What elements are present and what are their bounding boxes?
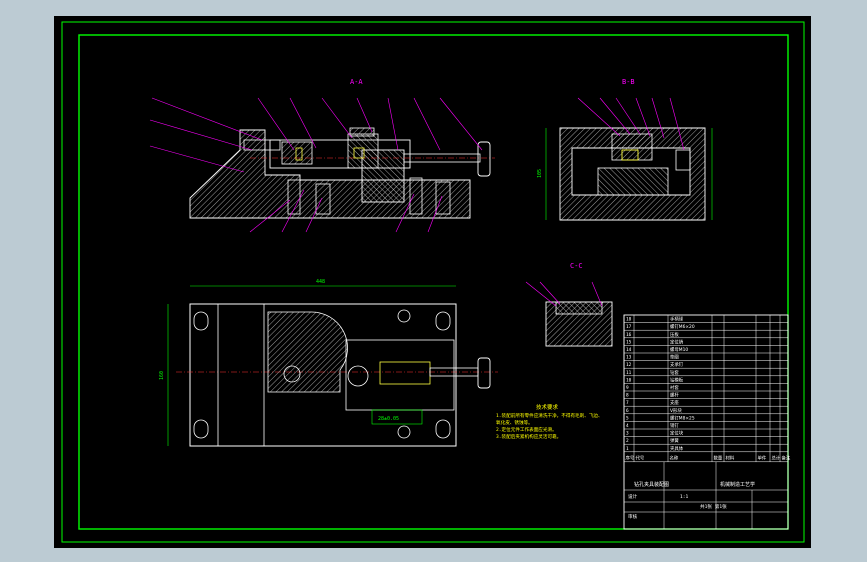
parts-header-cell: 总计	[772, 454, 781, 461]
part-name: 螺杆	[670, 392, 679, 399]
part-name: 钻模板	[670, 376, 684, 383]
part-name: V形块	[670, 407, 682, 414]
part-number: 11	[626, 370, 632, 376]
part-number: 4	[626, 423, 629, 429]
section-a-title: A-A	[350, 78, 363, 86]
section-b-title: B-B	[622, 78, 635, 86]
part-name: 压板	[670, 331, 679, 338]
part-number: 3	[626, 431, 629, 437]
designer-label: 设计	[628, 493, 638, 500]
part-number: 13	[626, 355, 632, 361]
checker-label: 审核	[628, 513, 638, 520]
part-number: 12	[626, 362, 632, 368]
part-number: 1	[626, 446, 629, 452]
part-name: 支承钉	[670, 361, 684, 368]
notes-line-1: 1.装配前所有零件应清洗干净，不得有毛刺、飞边、	[496, 412, 603, 419]
part-number: 8	[626, 393, 629, 399]
part-number: 16	[626, 332, 632, 338]
drawing-scale: 1:1	[680, 494, 689, 500]
part-number: 6	[626, 408, 629, 414]
part-name: 弹簧	[670, 437, 679, 444]
plan-width-dim: 448	[316, 279, 325, 285]
sheet-count: 共1张 第1张	[700, 503, 727, 510]
part-number: 14	[626, 347, 632, 353]
part-name: 螺钉M6×20	[670, 323, 695, 330]
parts-header-cell: 名称	[670, 454, 679, 461]
part-name: 垫圈	[670, 354, 679, 361]
part-number: 15	[626, 339, 632, 345]
part-name: 夹具体	[670, 445, 684, 452]
notes-heading: 技术要求	[536, 403, 559, 411]
part-number: 5	[626, 415, 629, 421]
parts-header-cell: 代号	[636, 454, 645, 461]
part-number: 18	[626, 317, 632, 323]
plan-rotary-plate	[267, 311, 348, 393]
plan-inner-dim: 28±0.05	[378, 416, 399, 422]
notes-line-4: 3.装配后夹紧机构应灵活可靠。	[496, 433, 561, 440]
part-name: 手柄球	[670, 316, 684, 323]
section-b-height-dim: 105	[537, 169, 543, 178]
part-name: 销钉	[670, 422, 679, 429]
drawing-name: 钻孔夹具装配图	[634, 481, 669, 488]
part-name: 螺母M10	[670, 346, 688, 353]
plan-height-dim: 160	[159, 371, 165, 380]
parts-header-cell: 材料	[726, 454, 735, 461]
notes-line-3: 2.定位元件工作表面应光滑。	[496, 426, 557, 433]
part-number: 17	[626, 324, 632, 330]
section-c-top	[555, 301, 603, 315]
part-number: 2	[626, 438, 629, 444]
company-name: 机械制造工艺学	[720, 481, 755, 488]
part-name: 定位块	[670, 430, 684, 437]
assembly-drawing: A-A B-B 105 C-C 448 160 28±0.05 技术要求 1.装…	[54, 16, 811, 548]
section-b-clamp	[611, 133, 653, 161]
part-name: 钻套	[670, 369, 679, 376]
section-c-title: C-C	[570, 262, 583, 270]
part-name: 定位销	[670, 338, 684, 345]
part-name: 螺钉M8×25	[670, 414, 695, 421]
slide-block	[347, 133, 379, 169]
top-pad	[349, 127, 375, 137]
parts-header-cell: 数量	[714, 454, 723, 461]
v-block	[281, 141, 313, 165]
cad-viewport[interactable]: A-A B-B 105 C-C 448 160 28±0.05 技术要求 1.装…	[0, 0, 867, 562]
part-number: 9	[626, 385, 629, 391]
part-number: 10	[626, 377, 632, 383]
notes-line-2: 氧化皮、锈蚀等。	[496, 419, 533, 426]
part-number: 7	[626, 400, 629, 406]
parts-header-cell: 单件	[758, 454, 767, 461]
parts-header-cell: 备注	[782, 454, 791, 461]
part-name: 支座	[670, 399, 679, 406]
section-b-inner-block	[597, 167, 669, 196]
parts-header-cell: 序号	[626, 454, 635, 461]
sheet-background	[54, 16, 811, 548]
part-name: 衬套	[670, 384, 679, 391]
